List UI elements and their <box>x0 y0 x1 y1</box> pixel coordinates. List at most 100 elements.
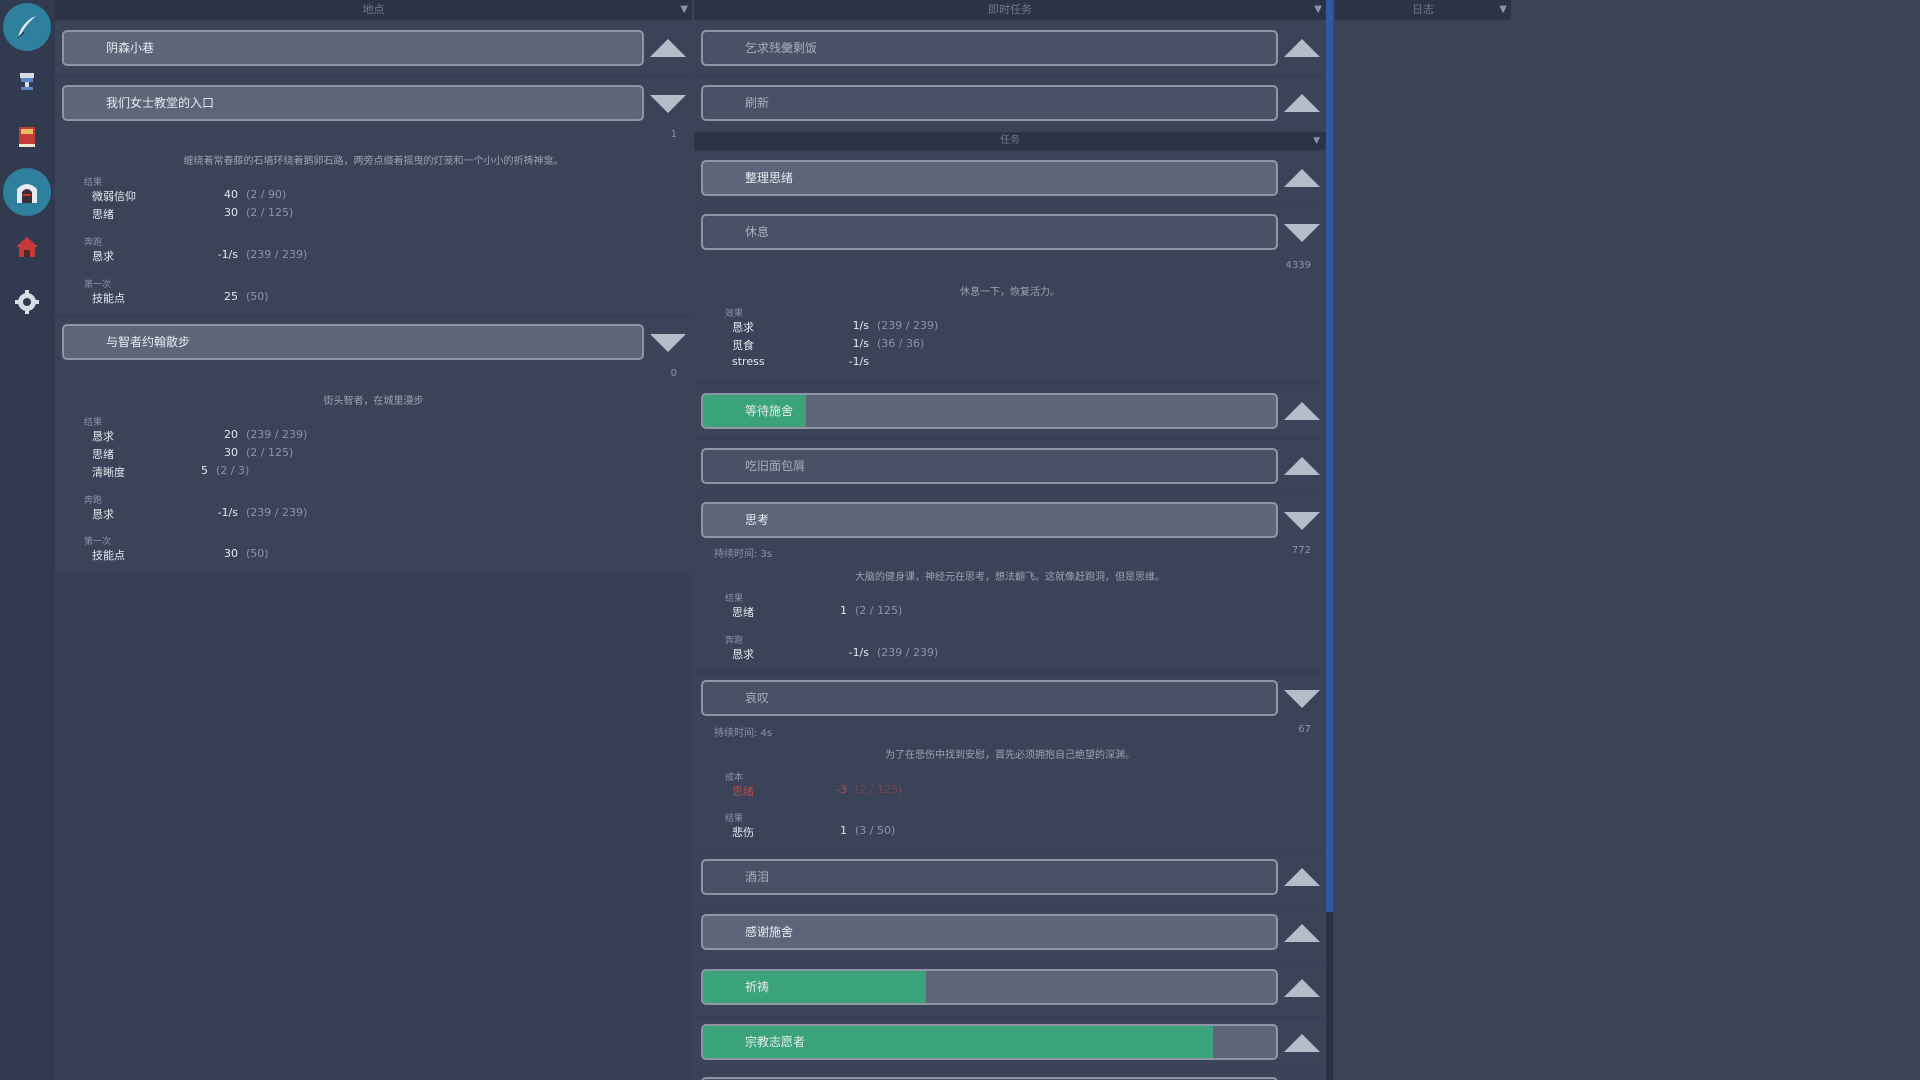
expand-icon[interactable] <box>1284 690 1320 708</box>
gate-icon[interactable] <box>3 168 51 216</box>
collapse-icon[interactable] <box>1284 94 1320 112</box>
task-entry: 宗教志愿者 <box>694 1018 1326 1071</box>
task-button[interactable]: 感谢施舍 <box>701 914 1278 950</box>
task-label: 休息 <box>745 225 770 239</box>
reward-label: 恳求 <box>732 648 754 661</box>
section-result: 结果 <box>725 594 744 604</box>
chevron-down-icon[interactable]: ▼ <box>1313 132 1320 150</box>
locations-panel: 地点 ▼ 阴森小巷 我们女士教堂的入口 1 缠绕着常春藤的石墙环绕着鹅卵石路，两… <box>55 0 692 1080</box>
task-label: 刷新 <box>745 96 770 110</box>
reward-max: (2 / 90) <box>246 188 287 201</box>
reward-value: 40 <box>224 188 238 201</box>
collapse-icon[interactable] <box>1284 1034 1320 1052</box>
reward-max: (50) <box>246 290 269 303</box>
location-description: 街头智者，在城里漫步 <box>323 396 424 407</box>
task-button[interactable]: 哀叹 <box>701 680 1278 716</box>
reward-value: 30 <box>224 206 238 219</box>
task-button[interactable]: 整理思绪 <box>701 160 1278 196</box>
section-effect: 效果 <box>725 309 744 319</box>
cost-max: (2 / 125) <box>855 783 903 796</box>
expand-icon[interactable] <box>650 334 686 352</box>
tasks-title: 即时任务 <box>988 3 1032 16</box>
reward-max: (3 / 50) <box>855 824 896 837</box>
location-label: 我们女士教堂的入口 <box>106 96 215 110</box>
task-entry: 感谢施舍 <box>694 908 1326 961</box>
scrollbar-thumb[interactable] <box>1326 0 1333 912</box>
location-entry: 我们女士教堂的入口 1 缠绕着常春藤的石墙环绕着鹅卵石路，两旁点缀着摇曳的灯笼和… <box>55 77 692 315</box>
log-title: 日志 <box>1412 3 1434 16</box>
task-entry: 刷新 <box>694 77 1326 137</box>
task-entry: 吃旧面包屑 <box>694 440 1326 493</box>
collapse-icon[interactable] <box>1284 402 1320 420</box>
trophy-icon[interactable] <box>3 58 51 106</box>
task-progress-fill <box>703 971 927 1003</box>
cost-label: 思绪 <box>732 785 754 798</box>
effect-max: (239 / 239) <box>877 319 939 332</box>
collapse-icon[interactable] <box>1284 169 1320 187</box>
section-run: 奔跑 <box>725 636 744 646</box>
house-icon[interactable] <box>3 223 51 271</box>
tasks-panel: 即时任务 ▼ 乞求残羹剩饭 刷新 任务 ▼ 整理思绪 休息 4339 休息一下，… <box>694 0 1326 1080</box>
section-result: 结果 <box>84 418 103 428</box>
section-run: 奔跑 <box>84 238 103 248</box>
chevron-down-icon[interactable]: ▼ <box>1499 0 1507 20</box>
task-entry: 思考 持续时间: 3s 772 大脑的健身课，神经元在思考，想法翻飞。这就像赶跑… <box>694 495 1326 670</box>
collapse-icon[interactable] <box>1284 979 1320 997</box>
location-button[interactable]: 与智者约翰散步 <box>62 324 644 360</box>
collapse-icon[interactable] <box>1284 457 1320 475</box>
reward-label: 思绪 <box>92 448 114 461</box>
reward-label: 恳求 <box>92 250 114 263</box>
task-label: 酒泪 <box>745 870 770 884</box>
task-label: 乞求残羹剩饭 <box>745 41 818 55</box>
expand-icon[interactable] <box>1284 512 1320 530</box>
tasks-scrollbar[interactable] <box>1326 0 1333 1080</box>
task-button[interactable]: 祈祷 <box>701 969 1278 1005</box>
collapse-icon[interactable] <box>1284 868 1320 886</box>
effect-value: 1/s <box>852 319 869 332</box>
reward-value: -1/s <box>217 248 238 261</box>
expand-icon[interactable] <box>650 95 686 113</box>
quill-icon[interactable] <box>3 3 51 51</box>
task-label: 思考 <box>745 513 770 527</box>
task-entry: 哀叹 持续时间: 4s 67 为了在悲伤中找到安慰，首先必须拥抱自己绝望的深渊。… <box>694 674 1326 849</box>
chevron-down-icon[interactable]: ▼ <box>680 0 688 20</box>
task-button[interactable]: 酒泪 <box>701 859 1278 895</box>
collapse-icon[interactable] <box>650 39 686 57</box>
task-duration: 持续时间: 3s <box>714 549 773 560</box>
expand-icon[interactable] <box>1284 224 1320 242</box>
task-button[interactable]: 等待施舍 <box>701 393 1278 429</box>
reward-value: 25 <box>224 290 238 303</box>
tasks-subtitle: 任务 <box>1000 135 1020 146</box>
task-button[interactable]: 刷新 <box>701 85 1278 121</box>
reward-label: 技能点 <box>92 549 125 562</box>
log-header: 日志 ▼ <box>1335 0 1511 20</box>
reward-label: 恳求 <box>92 508 114 521</box>
visit-count: 0 <box>670 368 677 379</box>
reward-label: 思绪 <box>732 606 754 619</box>
visit-count: 1 <box>670 129 677 140</box>
effect-label: 恳求 <box>732 321 754 334</box>
task-button[interactable]: 思考 <box>701 502 1278 538</box>
location-button[interactable]: 阴森小巷 <box>62 30 644 66</box>
reward-max: (239 / 239) <box>246 248 308 261</box>
task-count: 67 <box>1298 724 1311 735</box>
task-button[interactable]: 休息 <box>701 214 1278 250</box>
chevron-down-icon[interactable]: ▼ <box>1314 0 1322 20</box>
location-label: 与智者约翰散步 <box>106 335 191 349</box>
task-button[interactable]: 乞求残羹剩饭 <box>701 30 1278 66</box>
section-result: 结果 <box>84 178 103 188</box>
locations-header: 地点 ▼ <box>55 0 692 20</box>
task-label: 哀叹 <box>745 691 770 705</box>
reward-label: 思绪 <box>92 208 114 221</box>
book-icon[interactable] <box>3 113 51 161</box>
gear-icon[interactable] <box>3 278 51 326</box>
task-entry <box>694 1073 1326 1080</box>
task-button[interactable]: 宗教志愿者 <box>701 1024 1278 1060</box>
task-button[interactable]: 吃旧面包屑 <box>701 448 1278 484</box>
reward-max: (2 / 3) <box>216 464 250 477</box>
log-panel: 日志 ▼ <box>1335 0 1511 20</box>
collapse-icon[interactable] <box>1284 39 1320 57</box>
task-description: 休息一下，恢复活力。 <box>960 287 1060 298</box>
location-button[interactable]: 我们女士教堂的入口 <box>62 85 644 121</box>
collapse-icon[interactable] <box>1284 924 1320 942</box>
